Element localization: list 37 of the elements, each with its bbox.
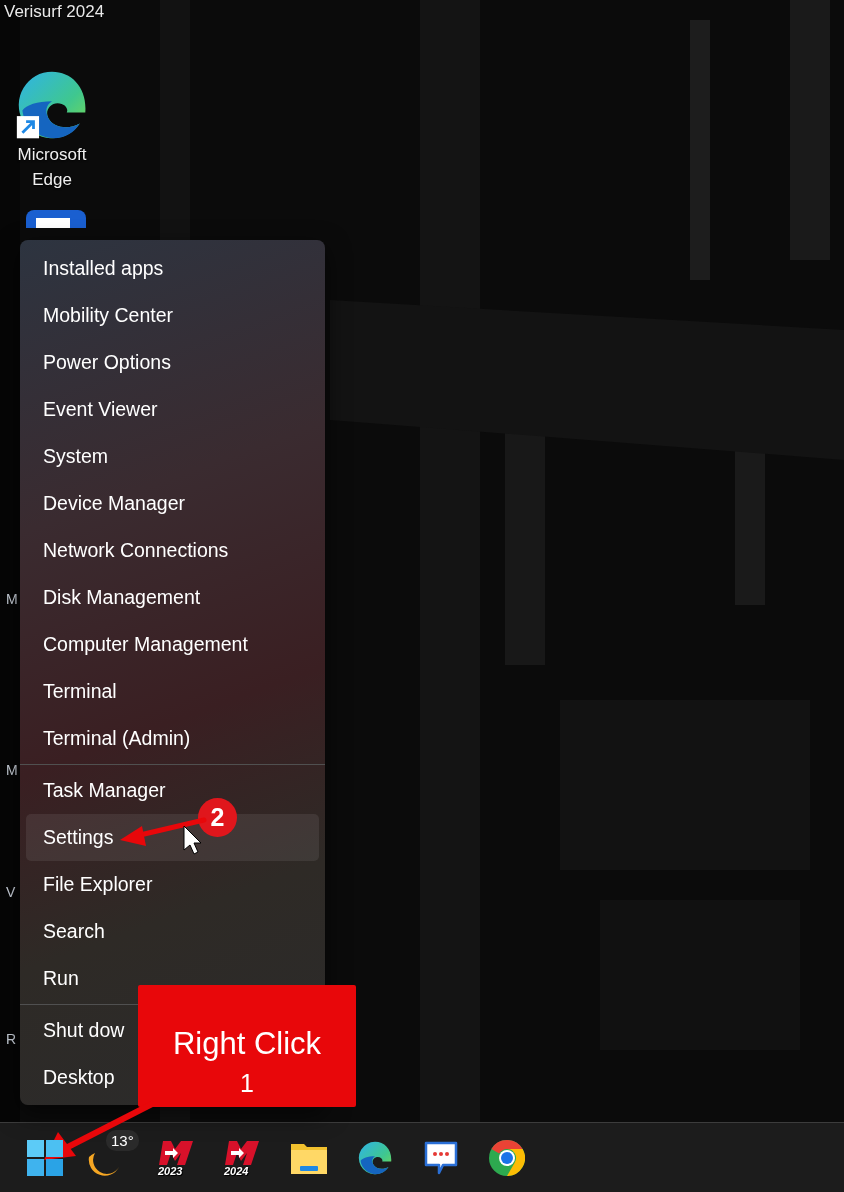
menu-item[interactable]: Disk Management [26,574,319,621]
version-caption: 2024 [224,1164,249,1177]
edge-icon [357,1139,393,1176]
menu-item[interactable]: Event Viewer [26,386,319,433]
desktop-icon-label: Verisurf 2024 [4,1,105,23]
callout-label: Right Click [172,1025,322,1063]
menu-item[interactable]: Terminal [26,668,319,715]
app-logo-icon [225,1138,261,1167]
windows-icon [27,1139,63,1176]
temperature-badge: 13° [106,1129,139,1151]
desktop-icon-label: R [6,1030,17,1048]
menu-item[interactable]: File Explorer [26,861,319,908]
app-button[interactable]: 2023 [144,1129,210,1186]
menu-item[interactable]: Device Manager [26,480,319,527]
chrome-icon [489,1139,525,1176]
menu-item[interactable]: Installed apps [26,245,319,292]
menu-item[interactable]: Mobility Center [26,292,319,339]
menu-item[interactable]: Network Connections [26,527,319,574]
menu-item[interactable]: System [26,433,319,480]
cursor-icon [183,825,202,855]
desktop-icon-label: V [6,883,16,901]
menu-item[interactable]: Computer Management [26,621,319,668]
menu-item[interactable]: Power Options [26,339,319,386]
chat-icon [423,1139,459,1176]
menu-item[interactable]: Search [26,908,319,955]
folder-icon [291,1141,327,1174]
weather-button[interactable]: 13° [78,1129,144,1186]
step-number: 1 [240,1068,254,1098]
desktop-icon-label: Microsoft Edge [16,144,88,191]
version-caption: 2023 [158,1164,183,1177]
menu-item[interactable]: Terminal (Admin) [26,715,319,762]
app-logo-icon [159,1138,195,1167]
desktop-icon-label: M [6,761,18,779]
app-button[interactable]: 2024 [210,1129,276,1186]
desktop-shortcut[interactable]: Microsoft Edge [0,68,106,192]
app-icon[interactable] [26,210,86,228]
desktop-icon-label: M [6,590,18,608]
